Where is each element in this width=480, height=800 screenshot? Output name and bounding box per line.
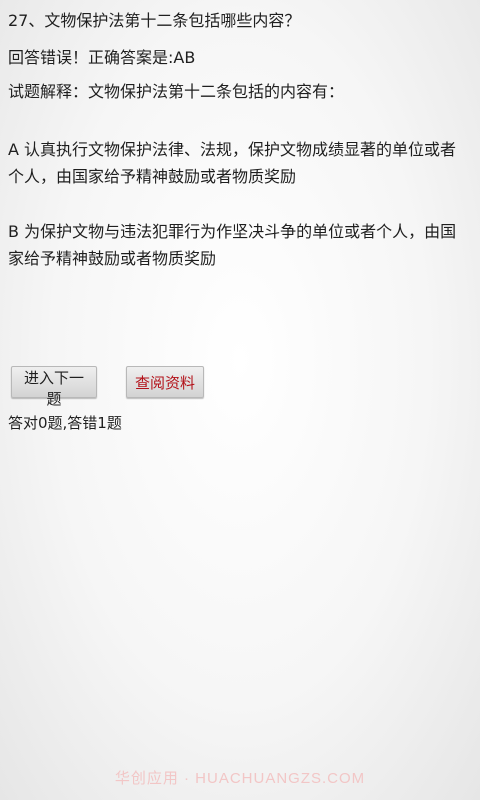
explanation-option-a: A 认真执行文物保护法律、法规，保护文物成绩显著的单位或者个人，由国家给予精神鼓…	[8, 140, 457, 186]
explanation-title: 试题解释：文物保护法第十二条包括的内容有：	[8, 82, 345, 101]
watermark: 华创应用 · HUACHUANGZS.COM	[114, 770, 366, 787]
question-text: 27、文物保护法第十二条包括哪些内容？	[8, 11, 301, 30]
explanation-option-b: B 为保护文物与违法犯罪行为作坚决斗争的单位或者个人，由国家给予精神鼓励或者物质…	[8, 222, 457, 268]
next-question-button[interactable]: 进入下一题	[11, 366, 97, 408]
score-summary: 答对0题,答错1题	[8, 414, 122, 432]
view-reference-button[interactable]: 查阅资料	[126, 366, 204, 398]
answer-result: 回答错误！正确答案是:AB	[8, 48, 196, 67]
